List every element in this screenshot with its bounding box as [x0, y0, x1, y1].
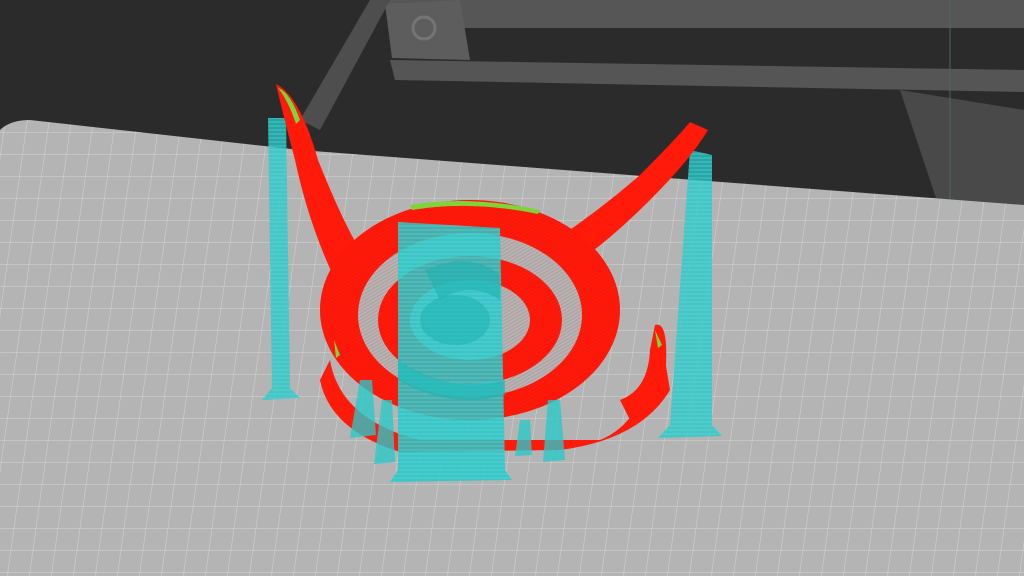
3d-preview-viewport[interactable]	[0, 0, 1024, 576]
support-block-front	[390, 222, 512, 482]
sliced-print-preview-scene[interactable]	[0, 0, 1024, 576]
